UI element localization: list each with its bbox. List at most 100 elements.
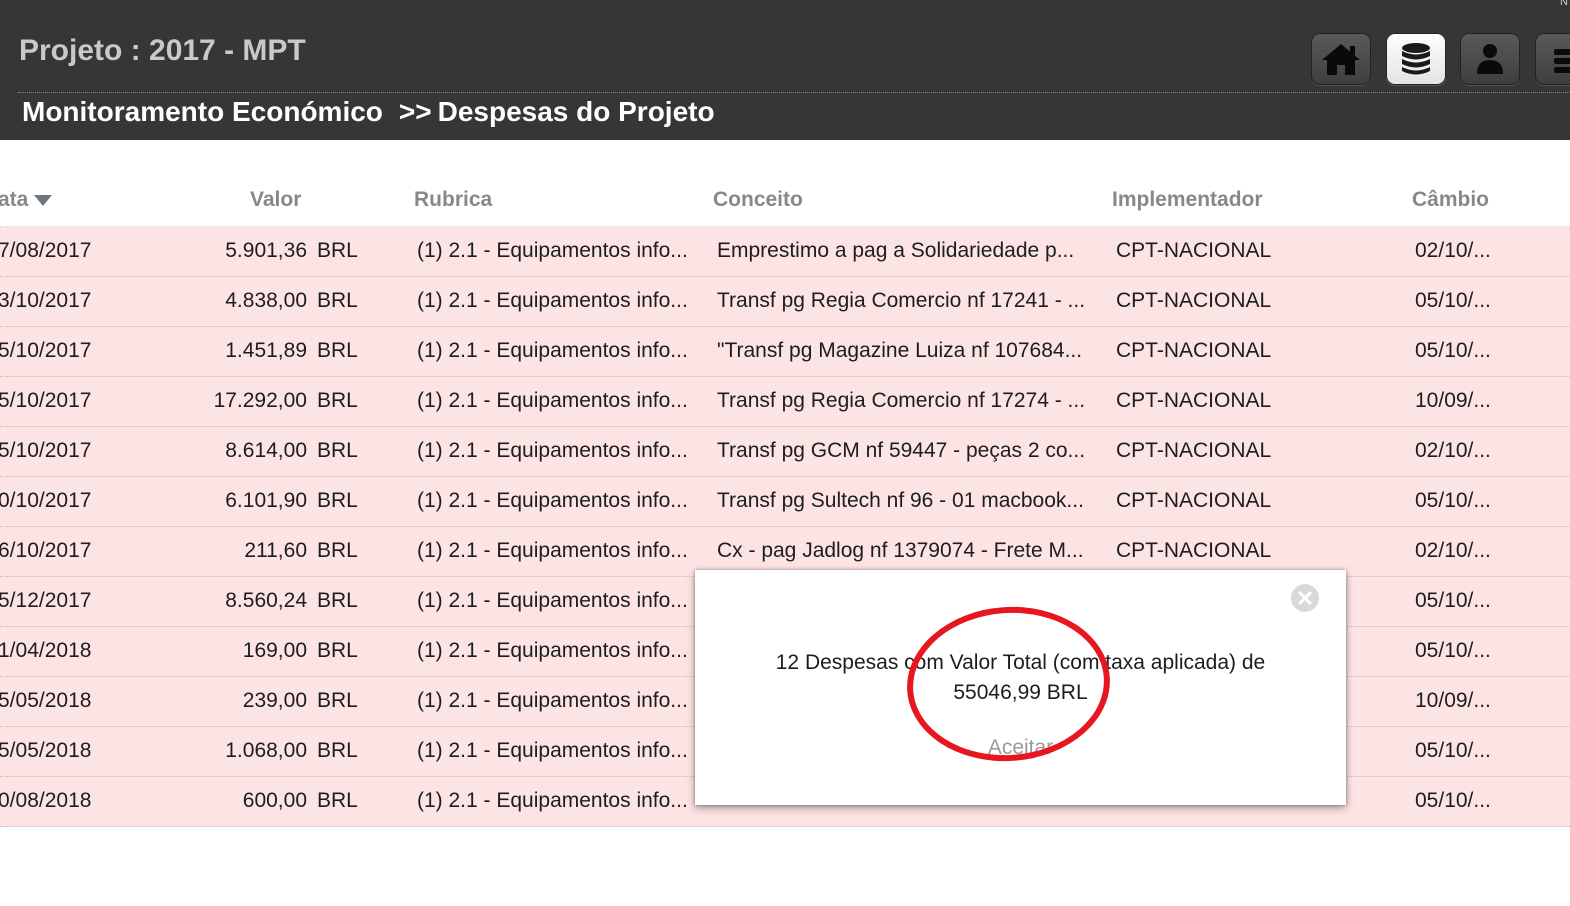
cell-moeda: BRL <box>317 439 358 462</box>
cell-cambio: 02/10/... <box>1415 239 1491 262</box>
cell-conceito: Transf pg Sultech nf 96 - 01 macbook... <box>717 489 1084 512</box>
cell-valor: 211,60 <box>244 539 307 562</box>
cell-conceito: Transf pg GCM nf 59447 - peças 2 co... <box>717 439 1086 462</box>
breadcrumb: Monitoramento Económico >> Despesas do Pro… <box>22 96 715 128</box>
cell-data: 0/08/2018 <box>0 789 92 812</box>
cell-data: 6/10/2017 <box>0 539 92 562</box>
cell-rubrica: (1) 2.1 - Equipamentos info... <box>417 639 688 662</box>
cell-implementador: CPT-NACIONAL <box>1116 289 1272 312</box>
cell-data: 0/10/2017 <box>0 489 92 512</box>
cell-moeda: BRL <box>317 739 358 762</box>
cell-valor: 239,00 <box>242 689 307 712</box>
cell-moeda: BRL <box>317 789 358 812</box>
cell-rubrica: (1) 2.1 - Equipamentos info... <box>417 589 688 612</box>
header-divider <box>18 92 1570 93</box>
cell-conceito: Emprestimo a pag a Solidariedade p... <box>717 239 1075 262</box>
cell-valor: 1.451,89 <box>225 339 307 362</box>
list-icon <box>1554 49 1570 73</box>
cell-cambio: 02/10/... <box>1415 439 1491 462</box>
cell-implementador: CPT-NACIONAL <box>1116 439 1272 462</box>
project-title: Projeto : 2017 - MPT <box>19 34 306 67</box>
cell-data: 5/05/2018 <box>0 739 92 762</box>
cell-implementador: CPT-NACIONAL <box>1116 389 1272 412</box>
cell-conceito: Transf pg Regia Comercio nf 17274 - ... <box>717 389 1086 412</box>
cell-valor: 1.068,00 <box>225 739 307 762</box>
table-row[interactable]: 5/10/2017 1.451,89 BRL (1) 2.1 - Equipam… <box>0 327 1570 377</box>
cell-rubrica: (1) 2.1 - Equipamentos info... <box>417 439 688 462</box>
cell-implementador: CPT-NACIONAL <box>1116 489 1272 512</box>
column-header-rubrica[interactable]: Rubrica <box>414 188 492 212</box>
cell-conceito: "Transf pg Magazine Luiza nf 107684... <box>717 339 1083 362</box>
cell-valor: 4.838,00 <box>225 289 307 312</box>
cell-implementador: CPT-NACIONAL <box>1116 539 1272 562</box>
cell-data: 5/10/2017 <box>0 389 92 412</box>
table-row[interactable]: 0/10/2017 6.101,90 BRL (1) 2.1 - Equipam… <box>0 477 1570 527</box>
dialog-close-button[interactable] <box>1291 584 1319 612</box>
cell-moeda: BRL <box>317 539 358 562</box>
database-icon <box>1402 43 1430 75</box>
table-row[interactable]: 5/10/2017 8.614,00 BRL (1) 2.1 - Equipam… <box>0 427 1570 477</box>
cell-moeda: BRL <box>317 389 358 412</box>
table-row[interactable]: 5/10/2017 17.292,00 BRL (1) 2.1 - Equipa… <box>0 377 1570 427</box>
cell-data: 3/10/2017 <box>0 289 92 312</box>
cell-valor: 5.901,36 <box>225 239 307 262</box>
cell-implementador: CPT-NACIONAL <box>1116 339 1272 362</box>
cell-moeda: BRL <box>317 239 358 262</box>
table-row[interactable]: 7/08/2017 5.901,36 BRL (1) 2.1 - Equipam… <box>0 227 1570 277</box>
user-icon <box>1477 44 1503 74</box>
table-header: ata Valor Rubrica Conceito Implementador… <box>0 176 1570 227</box>
cell-cambio: 05/10/... <box>1415 289 1491 312</box>
cell-conceito: Transf pg Regia Comercio nf 17241 - ... <box>717 289 1086 312</box>
app-header: N Projeto : 2017 - MPT Monitoramento Eco… <box>0 0 1570 140</box>
cell-valor: 17.292,00 <box>213 389 307 412</box>
cell-data: 5/05/2018 <box>0 689 92 712</box>
cell-cambio: 05/10/... <box>1415 339 1491 362</box>
column-header-conceito[interactable]: Conceito <box>713 188 803 212</box>
dialog-message-line1: 12 Despesas com Valor Total (com taxa ap… <box>775 651 1266 674</box>
cell-moeda: BRL <box>317 639 358 662</box>
cell-rubrica: (1) 2.1 - Equipamentos info... <box>417 389 688 412</box>
cell-rubrica: (1) 2.1 - Equipamentos info... <box>417 689 688 712</box>
cell-valor: 6.101,90 <box>225 489 307 512</box>
list-button[interactable] <box>1535 33 1570 85</box>
cell-valor: 8.560,24 <box>225 589 307 612</box>
database-button[interactable] <box>1386 33 1446 85</box>
cell-rubrica: (1) 2.1 - Equipamentos info... <box>417 289 688 312</box>
cell-moeda: BRL <box>317 289 358 312</box>
cell-valor: 600,00 <box>242 789 307 812</box>
column-header-implementador[interactable]: Implementador <box>1112 188 1263 212</box>
cell-cambio: 05/10/... <box>1415 739 1491 762</box>
cell-cambio: 02/10/... <box>1415 539 1491 562</box>
cell-moeda: BRL <box>317 489 358 512</box>
cell-cambio: 05/10/... <box>1415 489 1491 512</box>
cell-cambio: 10/09/... <box>1415 689 1491 712</box>
cell-data: 7/08/2017 <box>0 239 92 262</box>
cell-conceito: Cx - pag Jadlog nf 1379074 - Frete M... <box>717 539 1084 562</box>
cell-cambio: 05/10/... <box>1415 589 1491 612</box>
table-row[interactable]: 3/10/2017 4.838,00 BRL (1) 2.1 - Equipam… <box>0 277 1570 327</box>
column-header-valor[interactable]: Valor <box>250 188 301 212</box>
breadcrumb-separator: >> <box>398 96 432 127</box>
cell-cambio: 05/10/... <box>1415 789 1491 812</box>
home-button[interactable] <box>1311 33 1371 85</box>
cell-data: 1/04/2018 <box>0 639 92 662</box>
dialog-total-value: 55046,99 BRL <box>953 681 1088 704</box>
cell-data: 5/12/2017 <box>0 589 92 612</box>
cell-rubrica: (1) 2.1 - Equipamentos info... <box>417 539 688 562</box>
sort-desc-icon[interactable] <box>34 194 53 206</box>
user-button[interactable] <box>1460 33 1520 85</box>
accept-button[interactable]: Aceitar <box>935 736 1106 760</box>
cell-rubrica: (1) 2.1 - Equipamentos info... <box>417 489 688 512</box>
cell-rubrica: (1) 2.1 - Equipamentos info... <box>417 789 688 812</box>
total-dialog: 12 Despesas com Valor Total (com taxa ap… <box>695 570 1346 805</box>
corner-mark: N <box>1560 0 1568 8</box>
cell-rubrica: (1) 2.1 - Equipamentos info... <box>417 339 688 362</box>
column-header-data[interactable]: ata <box>0 188 53 212</box>
cell-moeda: BRL <box>317 339 358 362</box>
cell-valor: 169,00 <box>242 639 307 662</box>
column-header-cambio[interactable]: Câmbio <box>1412 188 1489 212</box>
breadcrumb-section[interactable]: Monitoramento Económico <box>22 96 383 127</box>
cell-data: 5/10/2017 <box>0 339 92 362</box>
cell-rubrica: (1) 2.1 - Equipamentos info... <box>417 239 688 262</box>
cell-data: 5/10/2017 <box>0 439 92 462</box>
